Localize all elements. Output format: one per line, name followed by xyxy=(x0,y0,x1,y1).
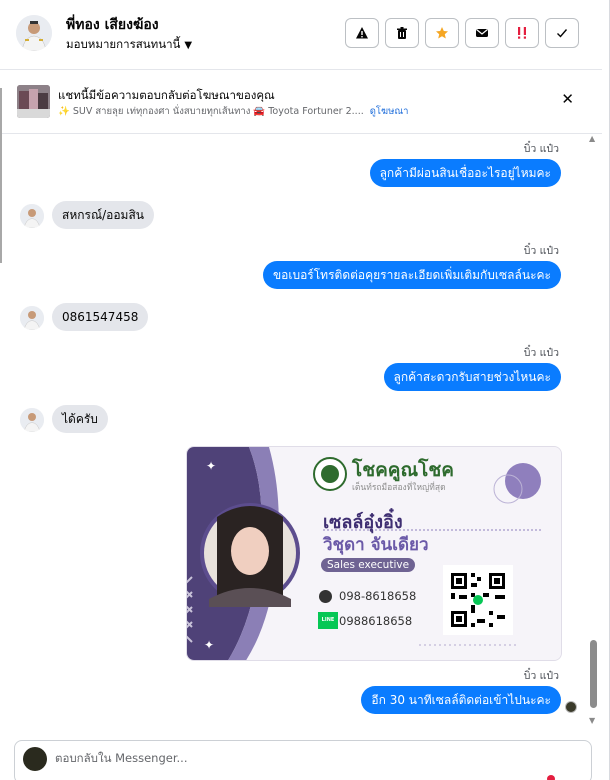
card-tagline: เต็นท์รถมือสองที่ใหญ่ที่สุด xyxy=(352,483,446,493)
notification-dot xyxy=(547,775,555,780)
seen-avatar xyxy=(565,701,577,713)
incoming-message[interactable]: ได้ครับ xyxy=(52,405,108,433)
sender-label: บิ๋ว แป๋ว xyxy=(523,143,559,155)
card-full-name: วิชุดา จันเดียว xyxy=(323,535,429,555)
contact-avatar-small xyxy=(20,306,44,330)
reply-composer xyxy=(14,740,592,780)
page-avatar xyxy=(23,747,47,771)
warning-icon xyxy=(356,27,368,39)
line-app-icon: LINE xyxy=(318,612,338,629)
sender-label: บิ๋ว แป๋ว xyxy=(523,347,559,359)
reply-input[interactable] xyxy=(55,751,525,765)
contact-avatar-small xyxy=(20,408,44,432)
ad-banner-title: แชทนี้มีข้อความตอบกลับต่อโฆษณาของคุณ xyxy=(58,88,275,102)
qr-code xyxy=(443,565,513,635)
ad-description: ✨ SUV สายลุย เท่ทุกองศา นั่งสบายทุกเส้นท… xyxy=(58,106,364,117)
card-role-badge: Sales executive xyxy=(321,558,416,572)
card-phone: 098-8618658 xyxy=(339,589,417,603)
outgoing-message[interactable]: ขอเบอร์โทรติดต่อคุยรายละเอียดเพิ่มเติมกั… xyxy=(262,261,561,289)
scroll-up-arrow-icon[interactable]: ▲ xyxy=(589,134,595,143)
scrollbar-thumb[interactable] xyxy=(590,640,597,708)
star-button[interactable] xyxy=(425,18,459,48)
incoming-message[interactable]: 0861547458 xyxy=(52,303,149,331)
left-edge-scrollbar xyxy=(0,88,2,263)
conversation-header: พี่ทอง เสียงฆ้อง มอบหมายการสนทนานี้ ▼ xyxy=(0,0,602,70)
contact-name[interactable]: พี่ทอง เสียงฆ้อง xyxy=(66,14,159,36)
outgoing-message[interactable]: ลูกค้ามีผ่อนสินเชื่ออะไรอยู่ไหมคะ xyxy=(369,159,561,187)
contact-avatar[interactable] xyxy=(16,15,52,51)
outgoing-message[interactable]: ลูกค้าสะดวกรับสายช่วงไหนคะ xyxy=(383,363,561,391)
card-line-id: 0988618658 xyxy=(339,614,413,628)
svg-text:✦: ✦ xyxy=(204,638,214,652)
check-icon xyxy=(557,29,568,38)
caret-down-icon: ▼ xyxy=(184,39,193,51)
ad-banner-subline: ✨ SUV สายลุย เท่ทุกองศา นั่งสบายทุกเส้นท… xyxy=(58,104,408,119)
ad-thumbnail[interactable] xyxy=(17,85,50,118)
messenger-conversation-panel: พี่ทอง เสียงฆ้อง มอบหมายการสนทนานี้ ▼ แช… xyxy=(0,0,610,780)
assign-label: มอบหมายการสนทนานี้ xyxy=(66,37,181,51)
outgoing-message[interactable]: อีก 30 นาทีเซลล์ติดต่อเข้าไปนะคะ xyxy=(361,686,561,714)
ad-reply-banner: แชทนี้มีข้อความตอบกลับต่อโฆษณาของคุณ ✨ S… xyxy=(0,82,602,134)
sender-label: บิ๋ว แป๋ว xyxy=(523,245,559,257)
delete-button[interactable] xyxy=(385,18,419,48)
svg-text:✦: ✦ xyxy=(206,459,216,473)
business-card-image[interactable]: ✦ ✦ โชคคูณโชค เต็นท์รถมือสองที่ใหญ่ที่สุ… xyxy=(186,446,562,661)
sender-label: บิ๋ว แป๋ว xyxy=(523,670,559,682)
contact-avatar-small xyxy=(20,204,44,228)
important-icon xyxy=(518,27,526,39)
mark-done-button[interactable] xyxy=(545,18,579,48)
close-icon[interactable]: ✕ xyxy=(561,90,574,108)
trash-icon xyxy=(397,27,407,39)
scroll-down-arrow-icon[interactable]: ▼ xyxy=(589,716,595,725)
header-actions xyxy=(345,18,579,48)
mail-icon xyxy=(476,29,488,37)
phone-icon xyxy=(319,590,332,603)
incoming-message[interactable]: สหกรณ์/ออมสิน xyxy=(52,201,154,229)
report-spam-button[interactable] xyxy=(345,18,379,48)
mark-important-button[interactable] xyxy=(505,18,539,48)
assign-conversation-dropdown[interactable]: มอบหมายการสนทนานี้ ▼ xyxy=(66,36,192,54)
star-icon xyxy=(436,27,448,39)
view-ad-link[interactable]: ดูโฆษณา xyxy=(370,104,409,119)
mark-unread-button[interactable] xyxy=(465,18,499,48)
